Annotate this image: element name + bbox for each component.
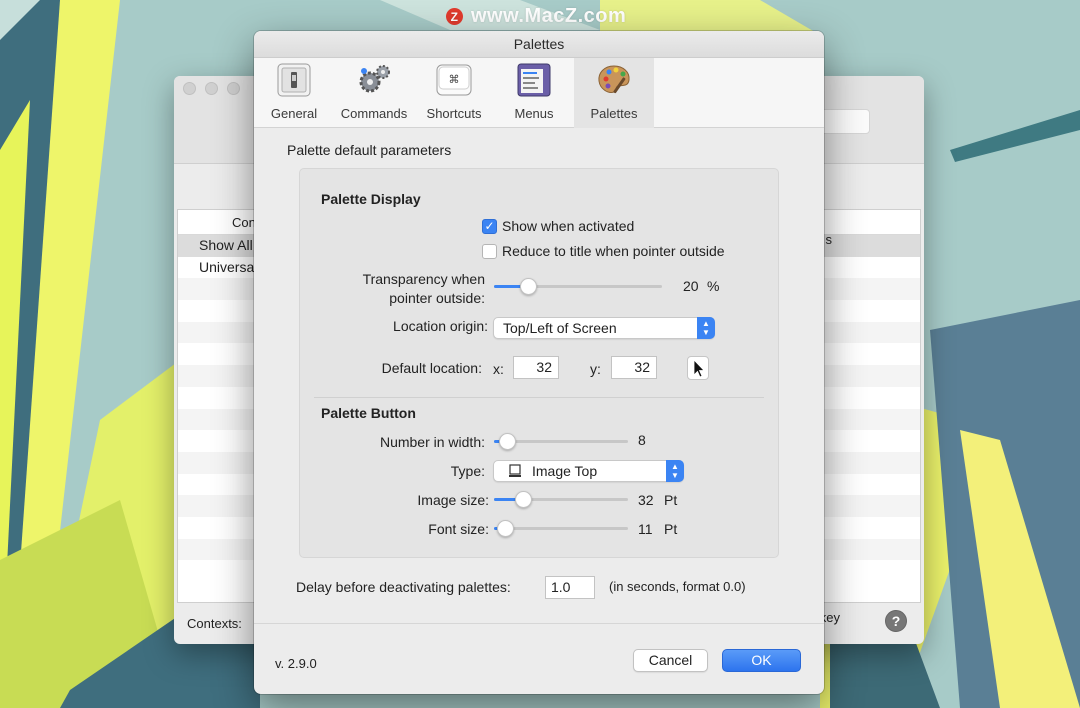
command-key-icon: ⌘ (436, 64, 472, 96)
image-top-icon (509, 464, 521, 477)
number-in-width-slider[interactable] (494, 432, 628, 452)
font-size-value: 11 (638, 521, 653, 537)
minimize-window-icon[interactable] (205, 82, 218, 95)
background-search-field[interactable] (820, 109, 870, 134)
watermark: Z www.MacZ.com (446, 5, 626, 28)
image-size-unit: Pt (664, 492, 678, 508)
image-size-slider[interactable] (494, 490, 628, 510)
type-label: Type: (450, 463, 485, 479)
tab-menus[interactable]: Menus (494, 58, 574, 128)
tab-palettes[interactable]: Palettes (574, 58, 654, 128)
x-location-field[interactable]: 32 (513, 356, 559, 379)
transparency-slider[interactable] (494, 277, 662, 297)
section-title: Palette default parameters (287, 142, 452, 158)
transparency-label-line2: pointer outside: (389, 290, 485, 306)
font-size-label: Font size: (428, 521, 489, 537)
palettes-preferences-window: Palettes General Commands ⌘ Shortcuts Me… (254, 31, 824, 694)
palette-button-heading: Palette Button (321, 405, 416, 421)
tab-label: Shortcuts (426, 106, 482, 121)
number-in-width-label: Number in width: (379, 434, 485, 450)
reduce-to-title-checkbox[interactable] (482, 244, 497, 259)
location-origin-value: Top/Left of Screen (503, 320, 617, 336)
delay-label: Delay before deactivating palettes: (296, 579, 511, 595)
pick-location-button[interactable] (687, 356, 709, 380)
transparency-value: 20 (683, 278, 699, 294)
tab-label: Palettes (590, 106, 638, 121)
image-size-label: Image size: (417, 492, 489, 508)
preferences-toolbar: General Commands ⌘ Shortcuts Menus Palet… (254, 58, 824, 128)
y-label: y: (590, 361, 601, 377)
transparency-label: Transparency when pointer outside: (300, 270, 485, 308)
chevron-up-down-icon: ▲ ▼ (666, 460, 684, 482)
slider-knob[interactable] (515, 491, 532, 508)
version-label: v. 2.9.0 (275, 656, 317, 671)
location-origin-label: Location origin: (393, 318, 488, 334)
slider-knob[interactable] (499, 433, 516, 450)
tab-shortcuts[interactable]: ⌘ Shortcuts (414, 58, 494, 128)
chevron-up-down-icon: ▲ ▼ (697, 317, 715, 339)
font-size-slider[interactable] (494, 519, 628, 539)
switch-icon (277, 63, 311, 97)
paint-palette-icon (598, 65, 630, 94)
traffic-lights (183, 82, 240, 95)
show-when-activated-label: Show when activated (502, 218, 635, 234)
button-type-select[interactable]: Image Top ▲ ▼ (493, 460, 684, 482)
watermark-text: www.MacZ.com (471, 5, 627, 27)
footer-divider (254, 623, 824, 624)
list-header-label: Con (232, 215, 256, 230)
transparency-label-line1: Transparency when (362, 271, 485, 287)
window-title: Palettes (254, 31, 824, 58)
delay-field[interactable]: 1.0 (545, 576, 595, 599)
svg-text:⌘: ⌘ (449, 73, 460, 86)
cancel-button[interactable]: Cancel (633, 649, 708, 672)
tab-general[interactable]: General (254, 58, 334, 128)
location-origin-select[interactable]: Top/Left of Screen ▲ ▼ (493, 317, 715, 339)
show-when-activated-checkbox[interactable]: ✓ (482, 219, 497, 234)
section-divider (314, 397, 764, 398)
gears-icon (359, 65, 390, 93)
contexts-footer-label: Contexts: (187, 616, 242, 631)
slider-knob[interactable] (497, 520, 514, 537)
button-type-value: Image Top (532, 463, 598, 479)
close-window-icon[interactable] (183, 82, 196, 95)
x-label: x: (493, 361, 504, 377)
tab-commands[interactable]: Commands (334, 58, 414, 128)
help-button[interactable]: ? (885, 610, 907, 632)
tab-label: Menus (514, 106, 554, 121)
delay-hint: (in seconds, format 0.0) (609, 579, 746, 594)
slider-knob[interactable] (520, 278, 537, 295)
palette-display-heading: Palette Display (321, 191, 421, 207)
font-size-unit: Pt (664, 521, 678, 537)
zoom-window-icon[interactable] (227, 82, 240, 95)
default-location-label: Default location: (381, 360, 482, 376)
slider-track (494, 527, 628, 530)
menu-window-icon (517, 63, 551, 97)
reduce-to-title-label: Reduce to title when pointer outside (502, 243, 725, 259)
y-location-field[interactable]: 32 (611, 356, 657, 379)
ok-button[interactable]: OK (722, 649, 801, 672)
tab-label: General (270, 106, 318, 121)
transparency-unit: % (707, 278, 720, 294)
macz-logo-icon: Z (446, 8, 463, 25)
number-in-width-value: 8 (638, 432, 646, 448)
image-size-value: 32 (638, 492, 654, 508)
list-header-right-label: s (825, 232, 833, 247)
tab-label: Commands (340, 106, 408, 121)
palette-parameters-box: Palette Display ✓ Show when activated Re… (299, 168, 779, 558)
cursor-arrow-icon (693, 359, 705, 378)
